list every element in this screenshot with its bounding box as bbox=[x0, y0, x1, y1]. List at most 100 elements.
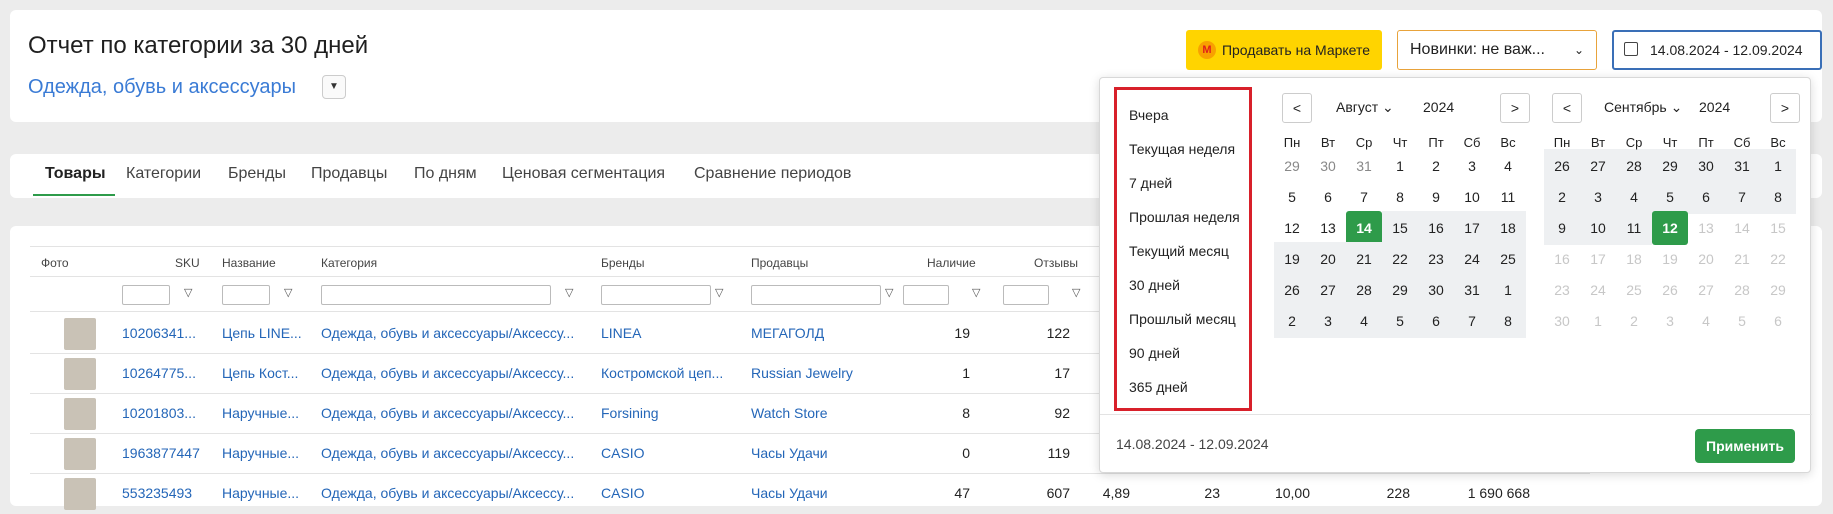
calendar-day[interactable]: 4 bbox=[1490, 149, 1526, 183]
calendar-day[interactable]: 10 bbox=[1580, 211, 1616, 245]
preset-current-month[interactable]: Текущий месяц bbox=[1129, 243, 1229, 259]
column-header-photo[interactable]: Фото bbox=[41, 256, 69, 270]
category-cell[interactable]: Одежда, обувь и аксессуары/Аксессу... bbox=[321, 445, 574, 461]
sell-on-market-button[interactable]: M Продавать на Маркете bbox=[1186, 30, 1382, 70]
calendar-day[interactable]: 6 bbox=[1418, 304, 1454, 338]
calendar-day[interactable]: 8 bbox=[1382, 180, 1418, 214]
calendar-day[interactable]: 29 bbox=[1652, 149, 1688, 183]
sku-cell[interactable]: 10206341... bbox=[122, 325, 196, 341]
sku-cell[interactable]: 553235493 bbox=[122, 485, 192, 501]
apply-button[interactable]: Применить bbox=[1695, 429, 1795, 463]
right-year-select[interactable]: 2024 bbox=[1699, 99, 1730, 115]
name-cell[interactable]: Наручные... bbox=[222, 405, 299, 421]
next-month-button-right[interactable]: > bbox=[1770, 93, 1800, 123]
right-month-select[interactable]: Сентябрь ⌄ bbox=[1604, 99, 1682, 116]
calendar-day[interactable]: 11 bbox=[1616, 211, 1652, 245]
tab-sellers[interactable]: Продавцы bbox=[311, 165, 387, 183]
category-filter-input[interactable] bbox=[321, 285, 551, 305]
prev-month-button[interactable]: < bbox=[1282, 93, 1312, 123]
calendar-day[interactable]: 14 bbox=[1346, 211, 1382, 245]
next-month-button[interactable]: > bbox=[1500, 93, 1530, 123]
calendar-day[interactable]: 7 bbox=[1346, 180, 1382, 214]
tab-by-days[interactable]: По дням bbox=[414, 165, 477, 183]
category-name[interactable]: Одежда, обувь и аксессуары bbox=[28, 76, 296, 99]
calendar-day[interactable]: 20 bbox=[1310, 242, 1346, 276]
calendar-day[interactable]: 23 bbox=[1418, 242, 1454, 276]
calendar-day[interactable]: 5 bbox=[1652, 180, 1688, 214]
column-header-brands[interactable]: Бренды bbox=[601, 256, 644, 270]
calendar-day[interactable]: 27 bbox=[1580, 149, 1616, 183]
novelty-filter-select[interactable]: Новинки: не важ... ⌄ bbox=[1397, 30, 1597, 70]
filter-icon[interactable]: ▽ bbox=[565, 286, 573, 299]
preset-90-days[interactable]: 90 дней bbox=[1129, 345, 1180, 361]
column-header-sellers[interactable]: Продавцы bbox=[751, 256, 808, 270]
sku-cell[interactable]: 10201803... bbox=[122, 405, 196, 421]
sku-filter-input[interactable] bbox=[122, 285, 170, 305]
calendar-day[interactable]: 10 bbox=[1454, 180, 1490, 214]
column-header-sku[interactable]: SKU bbox=[175, 256, 200, 270]
brand-cell[interactable]: LINEA bbox=[601, 325, 641, 341]
name-cell[interactable]: Наручные... bbox=[222, 485, 299, 501]
calendar-day[interactable]: 27 bbox=[1310, 273, 1346, 307]
column-header-category[interactable]: Категория bbox=[321, 256, 377, 270]
category-cell[interactable]: Одежда, обувь и аксессуары/Аксессу... bbox=[321, 365, 574, 381]
brand-cell[interactable]: CASIO bbox=[601, 445, 645, 461]
calendar-day[interactable]: 7 bbox=[1724, 180, 1760, 214]
tab-categories[interactable]: Категории bbox=[126, 165, 201, 183]
calendar-day[interactable]: 7 bbox=[1454, 304, 1490, 338]
calendar-day[interactable]: 1 bbox=[1382, 149, 1418, 183]
calendar-day[interactable]: 28 bbox=[1616, 149, 1652, 183]
calendar-day[interactable]: 16 bbox=[1418, 211, 1454, 245]
preset-7-days[interactable]: 7 дней bbox=[1129, 175, 1172, 191]
calendar-day[interactable]: 1 bbox=[1490, 273, 1526, 307]
prev-month-button-right[interactable]: < bbox=[1552, 93, 1582, 123]
calendar-day[interactable]: 30 bbox=[1418, 273, 1454, 307]
filter-icon[interactable]: ▽ bbox=[715, 286, 723, 299]
calendar-day[interactable]: 9 bbox=[1418, 180, 1454, 214]
reviews-filter-input[interactable] bbox=[1003, 285, 1049, 305]
name-cell[interactable]: Цепь LINE... bbox=[222, 325, 302, 341]
calendar-day[interactable]: 8 bbox=[1490, 304, 1526, 338]
calendar-day[interactable]: 4 bbox=[1346, 304, 1382, 338]
calendar-day[interactable]: 29 bbox=[1274, 149, 1310, 183]
preset-last-week[interactable]: Прошлая неделя bbox=[1129, 209, 1240, 225]
calendar-day[interactable]: 8 bbox=[1760, 180, 1796, 214]
seller-cell[interactable]: Russian Jewelry bbox=[751, 365, 853, 381]
brand-cell[interactable]: Forsining bbox=[601, 405, 659, 421]
calendar-day[interactable]: 12 bbox=[1274, 211, 1310, 245]
calendar-day[interactable]: 2 bbox=[1418, 149, 1454, 183]
preset-last-month[interactable]: Прошлый месяц bbox=[1129, 311, 1236, 327]
category-cell[interactable]: Одежда, обувь и аксессуары/Аксессу... bbox=[321, 405, 574, 421]
calendar-day[interactable]: 5 bbox=[1274, 180, 1310, 214]
category-cell[interactable]: Одежда, обувь и аксессуары/Аксессу... bbox=[321, 485, 574, 501]
calendar-day[interactable]: 25 bbox=[1490, 242, 1526, 276]
calendar-day[interactable]: 30 bbox=[1688, 149, 1724, 183]
calendar-day[interactable]: 9 bbox=[1544, 211, 1580, 245]
tab-price-segmentation[interactable]: Ценовая сегментация bbox=[502, 165, 665, 183]
category-dropdown-button[interactable]: ▼ bbox=[322, 75, 346, 99]
calendar-day[interactable]: 19 bbox=[1274, 242, 1310, 276]
tab-products[interactable]: Товары bbox=[45, 165, 106, 183]
calendar-day[interactable]: 3 bbox=[1580, 180, 1616, 214]
brand-cell[interactable]: CASIO bbox=[601, 485, 645, 501]
calendar-day[interactable]: 13 bbox=[1310, 211, 1346, 245]
calendar-day[interactable]: 29 bbox=[1382, 273, 1418, 307]
filter-icon[interactable]: ▽ bbox=[885, 286, 893, 299]
calendar-day[interactable]: 3 bbox=[1454, 149, 1490, 183]
calendar-day[interactable]: 31 bbox=[1346, 149, 1382, 183]
filter-icon[interactable]: ▽ bbox=[972, 286, 980, 299]
left-year-select[interactable]: 2024 bbox=[1423, 99, 1454, 115]
calendar-day[interactable]: 11 bbox=[1490, 180, 1526, 214]
calendar-day[interactable]: 2 bbox=[1544, 180, 1580, 214]
calendar-day[interactable]: 15 bbox=[1382, 211, 1418, 245]
tab-brands[interactable]: Бренды bbox=[228, 165, 286, 183]
name-filter-input[interactable] bbox=[222, 285, 270, 305]
calendar-day[interactable]: 17 bbox=[1454, 211, 1490, 245]
stock-filter-input[interactable] bbox=[903, 285, 949, 305]
tab-period-comparison[interactable]: Сравнение периодов bbox=[694, 165, 851, 183]
calendar-day[interactable]: 31 bbox=[1724, 149, 1760, 183]
calendar-day[interactable]: 4 bbox=[1616, 180, 1652, 214]
sku-cell[interactable]: 10264775... bbox=[122, 365, 196, 381]
column-header-stock[interactable]: Наличие bbox=[927, 256, 976, 270]
brand-filter-input[interactable] bbox=[601, 285, 711, 305]
